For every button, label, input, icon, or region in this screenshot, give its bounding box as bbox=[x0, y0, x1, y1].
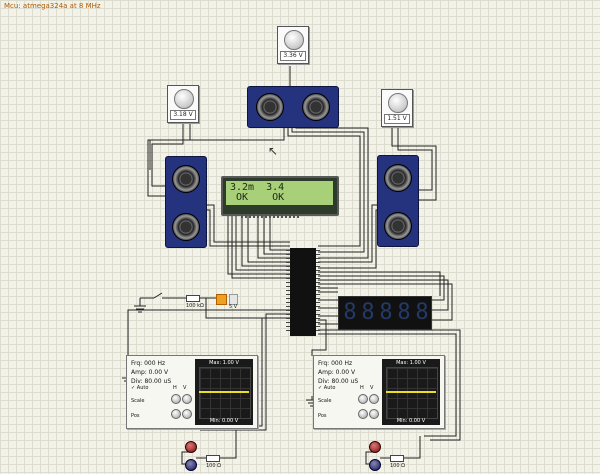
pos-v-knob[interactable] bbox=[369, 409, 379, 419]
potentiometer-left-value: 3.18 V bbox=[170, 110, 196, 120]
resistor-led-left[interactable] bbox=[206, 455, 220, 462]
potentiometer-right[interactable]: 1.51 V bbox=[381, 89, 413, 127]
lcd-display[interactable]: 3.2m 3.4 OK OK bbox=[221, 176, 339, 218]
ultrasonic-sensor-icon bbox=[384, 212, 412, 240]
scope-frequency: Frq: 000 Hz bbox=[131, 360, 166, 367]
auto-label: Auto bbox=[136, 385, 149, 391]
segment-digit: 8 bbox=[361, 300, 375, 325]
cursor-icon: ↖ bbox=[268, 144, 279, 158]
mcu-pins-right bbox=[316, 250, 320, 334]
segment-digit: 8 bbox=[343, 300, 357, 325]
supply-label: 5 V bbox=[229, 304, 238, 310]
auto-label: Auto bbox=[323, 385, 336, 391]
ultrasonic-sensor-top[interactable] bbox=[247, 86, 339, 128]
oscilloscope-left[interactable]: Frq: 000 Hz Amp: 0.00 V Div: 80.00 uS ✓ … bbox=[126, 355, 258, 429]
lcd-line-2: OK OK bbox=[230, 192, 285, 203]
scope-amplitude: Amp: 0.00 V bbox=[318, 369, 356, 376]
scope-frequency: Frq: 000 Hz bbox=[318, 360, 353, 367]
schematic-canvas[interactable]: Mcu: atmega324a at 8 MHz 3.36 V 3.18 V 1… bbox=[0, 0, 600, 474]
ultrasonic-sensor-left[interactable] bbox=[165, 156, 207, 248]
auto-checkbox[interactable]: ✓ Auto bbox=[318, 385, 335, 391]
potentiometer-top-value: 3.36 V bbox=[280, 51, 306, 61]
segment-digit: 8 bbox=[379, 300, 393, 325]
channel-v-label: V bbox=[183, 385, 187, 391]
scope-trace bbox=[386, 391, 436, 393]
led-blue-left[interactable] bbox=[185, 459, 197, 471]
scope-screen: Max: 1.00 V Min: 0.00 V bbox=[382, 359, 440, 425]
scope-amplitude: Amp: 0.00 V bbox=[131, 369, 169, 376]
resistor-led-left-label: 100 Ω bbox=[206, 463, 221, 469]
switch-icon[interactable] bbox=[150, 292, 164, 302]
pos-h-knob[interactable] bbox=[358, 409, 368, 419]
pos-h-knob[interactable] bbox=[171, 409, 181, 419]
mcu-pins-left bbox=[286, 250, 290, 334]
scale-h-knob[interactable] bbox=[358, 394, 368, 404]
scale-v-knob[interactable] bbox=[369, 394, 379, 404]
scale-v-knob[interactable] bbox=[182, 394, 192, 404]
scope-grid bbox=[199, 367, 251, 419]
potentiometer-right-value: 1.51 V bbox=[384, 114, 410, 124]
oscilloscope-right[interactable]: Frq: 000 Hz Amp: 0.00 V Div: 80.00 uS ✓ … bbox=[313, 355, 445, 429]
scope-max: Max: 1.00 V bbox=[396, 360, 426, 366]
scope-screen: Max: 1.00 V Min: 0.00 V bbox=[195, 359, 253, 425]
ultrasonic-sensor-icon bbox=[172, 213, 200, 241]
scale-h-knob[interactable] bbox=[171, 394, 181, 404]
ultrasonic-sensor-icon bbox=[172, 165, 200, 193]
seven-segment-display[interactable]: 8 8 8 8 8 bbox=[338, 296, 432, 330]
led-red-left[interactable] bbox=[185, 441, 197, 453]
led-red-right[interactable] bbox=[369, 441, 381, 453]
potentiometer-icon[interactable] bbox=[284, 30, 304, 50]
potentiometer-top[interactable]: 3.36 V bbox=[277, 26, 309, 64]
scope-grid bbox=[386, 367, 438, 419]
pos-v-knob[interactable] bbox=[182, 409, 192, 419]
scope-info: Frq: 000 Hz Amp: 0.00 V Div: 80.00 uS bbox=[318, 359, 358, 386]
scope-max: Max: 1.00 V bbox=[209, 360, 239, 366]
ultrasonic-sensor-icon bbox=[384, 164, 412, 192]
resistor-input[interactable] bbox=[186, 295, 200, 302]
scope-info: Frq: 000 Hz Amp: 0.00 V Div: 80.00 uS bbox=[131, 359, 171, 386]
atmega324a-chip[interactable] bbox=[286, 248, 320, 336]
lcd-pins bbox=[241, 214, 301, 218]
channel-h-label: H bbox=[360, 385, 364, 391]
pos-label: Pos bbox=[318, 413, 327, 419]
channel-v-label: V bbox=[370, 385, 374, 391]
potentiometer-left[interactable]: 3.18 V bbox=[167, 85, 199, 123]
logic-state-indicator[interactable] bbox=[216, 294, 227, 305]
segment-digit: 8 bbox=[397, 300, 411, 325]
channel-h-label: H bbox=[173, 385, 177, 391]
resistor-led-right-label: 100 Ω bbox=[390, 463, 405, 469]
potentiometer-icon[interactable] bbox=[388, 93, 408, 113]
scope-min: Min: 0.00 V bbox=[209, 418, 239, 424]
ultrasonic-sensor-icon bbox=[302, 93, 330, 121]
auto-checkbox[interactable]: ✓ Auto bbox=[131, 385, 148, 391]
segment-digit: 8 bbox=[415, 300, 429, 325]
resistor-input-label: 100 kΩ bbox=[186, 303, 204, 309]
wires bbox=[122, 66, 461, 465]
lcd-glass: 3.2m 3.4 OK OK bbox=[226, 181, 333, 205]
potentiometer-icon[interactable] bbox=[174, 89, 194, 109]
scale-label: Scale bbox=[318, 398, 332, 404]
scale-label: Scale bbox=[131, 398, 145, 404]
led-blue-right[interactable] bbox=[369, 459, 381, 471]
pos-label: Pos bbox=[131, 413, 140, 419]
resistor-led-right[interactable] bbox=[390, 455, 404, 462]
scope-min: Min: 0.00 V bbox=[396, 418, 426, 424]
ultrasonic-sensor-icon bbox=[256, 93, 284, 121]
ultrasonic-sensor-right[interactable] bbox=[377, 155, 419, 247]
scope-trace bbox=[199, 391, 249, 393]
